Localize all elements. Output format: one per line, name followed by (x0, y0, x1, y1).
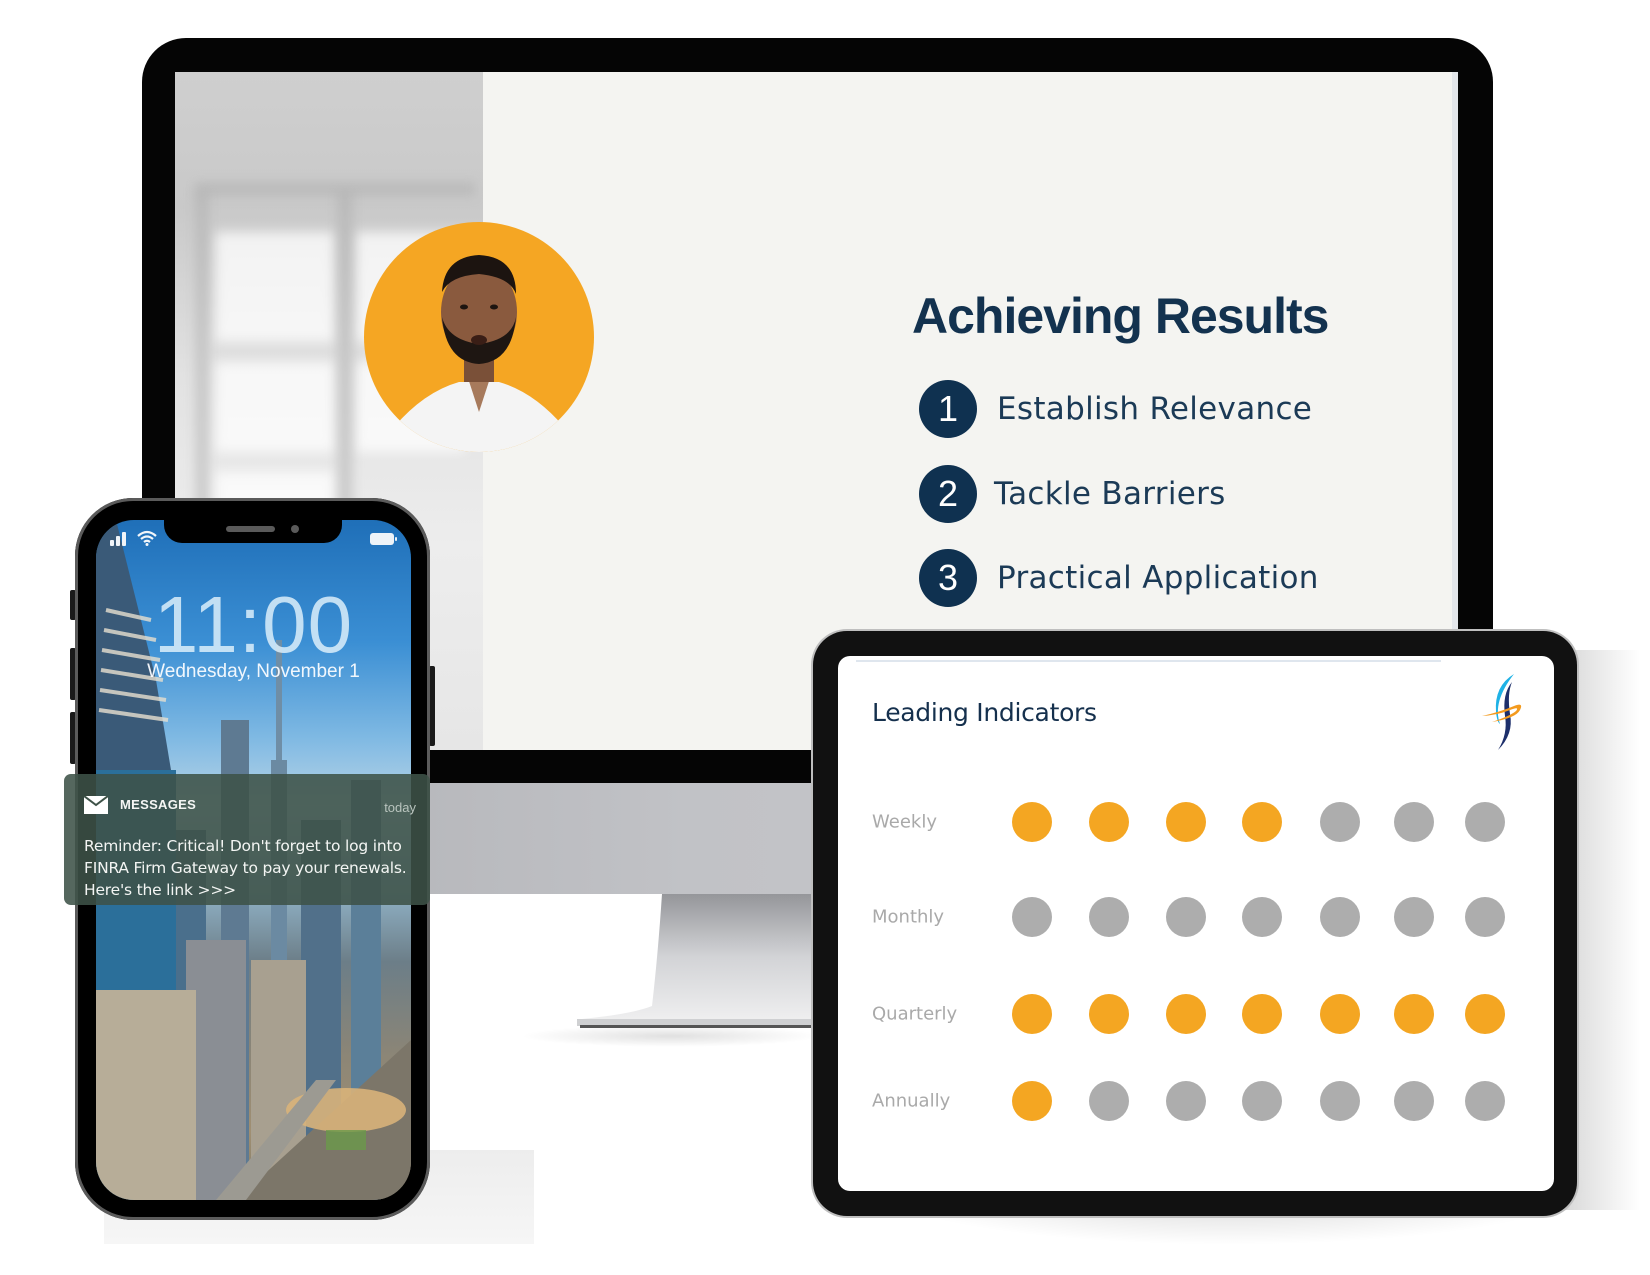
indicator-dot-inactive (1465, 897, 1505, 937)
indicator-dot-inactive (1166, 897, 1206, 937)
step-label: Establish Relevance (997, 391, 1313, 427)
indicator-row-label: Quarterly (872, 1003, 958, 1025)
step-item: 3 Practical Application (919, 548, 1319, 608)
step-number-badge: 2 (919, 465, 977, 523)
indicator-dot-inactive (1394, 802, 1434, 842)
indicator-dot-inactive (1089, 1081, 1129, 1121)
envelope-icon (84, 796, 108, 814)
indicator-dot-inactive (1320, 802, 1360, 842)
indicator-dot-active (1394, 994, 1434, 1034)
phone-camera (291, 525, 299, 533)
indicator-row-label: Weekly (872, 811, 937, 833)
indicator-dot-active (1012, 1081, 1052, 1121)
step-item: 2 Tackle Barriers (919, 464, 1226, 524)
signal-icon (110, 532, 128, 546)
slide-title: Achieving Results (912, 288, 1329, 344)
indicator-dot-active (1089, 994, 1129, 1034)
indicator-row-label: Monthly (872, 906, 945, 928)
indicator-dot-inactive (1242, 897, 1282, 937)
notification-app-name: MESSAGES (120, 797, 197, 812)
lock-screen-time: 11:00 (153, 580, 354, 669)
indicator-row-label: Annually (872, 1090, 951, 1112)
indicator-dot-active (1166, 802, 1206, 842)
phone-speaker (226, 526, 275, 532)
indicator-dot-active (1242, 802, 1282, 842)
indicator-dot-inactive (1465, 802, 1505, 842)
indicator-dot-active (1012, 802, 1052, 842)
indicator-dot-inactive (1320, 1081, 1360, 1121)
indicator-dot-inactive (1465, 1081, 1505, 1121)
dashboard-title: Leading Indicators (872, 698, 1097, 727)
tablet-screen: Leading Indicators Weekly Monthly Quarterl… (838, 656, 1554, 1191)
step-label: Practical Application (997, 560, 1319, 596)
step-item: 1 Establish Relevance (919, 379, 1312, 439)
indicator-dot-active (1089, 802, 1129, 842)
indicator-dot-inactive (1394, 897, 1434, 937)
indicator-dot-inactive (1012, 897, 1052, 937)
indicator-dot-inactive (1166, 1081, 1206, 1121)
notification-body: Reminder: Critical! Don't forget to log … (84, 837, 407, 899)
notification-time: today (384, 800, 416, 815)
presenter-avatar[interactable] (364, 222, 594, 452)
monitor-stand (577, 894, 813, 1028)
step-number-badge: 1 (919, 380, 977, 438)
person-icon (394, 255, 564, 452)
indicator-dot-active (1012, 994, 1052, 1034)
step-number-badge: 3 (919, 549, 977, 607)
indicator-dot-inactive (1320, 897, 1360, 937)
step-label: Tackle Barriers (994, 476, 1226, 512)
indicator-dot-active (1242, 994, 1282, 1034)
message-notification[interactable]: MESSAGES today Reminder: Critical! Don't… (64, 774, 430, 905)
divider (856, 660, 1441, 662)
indicator-dot-active (1320, 994, 1360, 1034)
indicator-dot-active (1465, 994, 1505, 1034)
indicator-dot-inactive (1394, 1081, 1434, 1121)
battery-icon (370, 533, 397, 545)
brand-logo-icon (1482, 674, 1522, 750)
wifi-icon (137, 530, 157, 546)
indicator-dot-inactive (1089, 897, 1129, 937)
lock-screen-date: Wednesday, November 1 (147, 661, 360, 682)
indicator-dot-inactive (1242, 1081, 1282, 1121)
stand-shadow (520, 1025, 820, 1047)
indicator-dot-active (1166, 994, 1206, 1034)
